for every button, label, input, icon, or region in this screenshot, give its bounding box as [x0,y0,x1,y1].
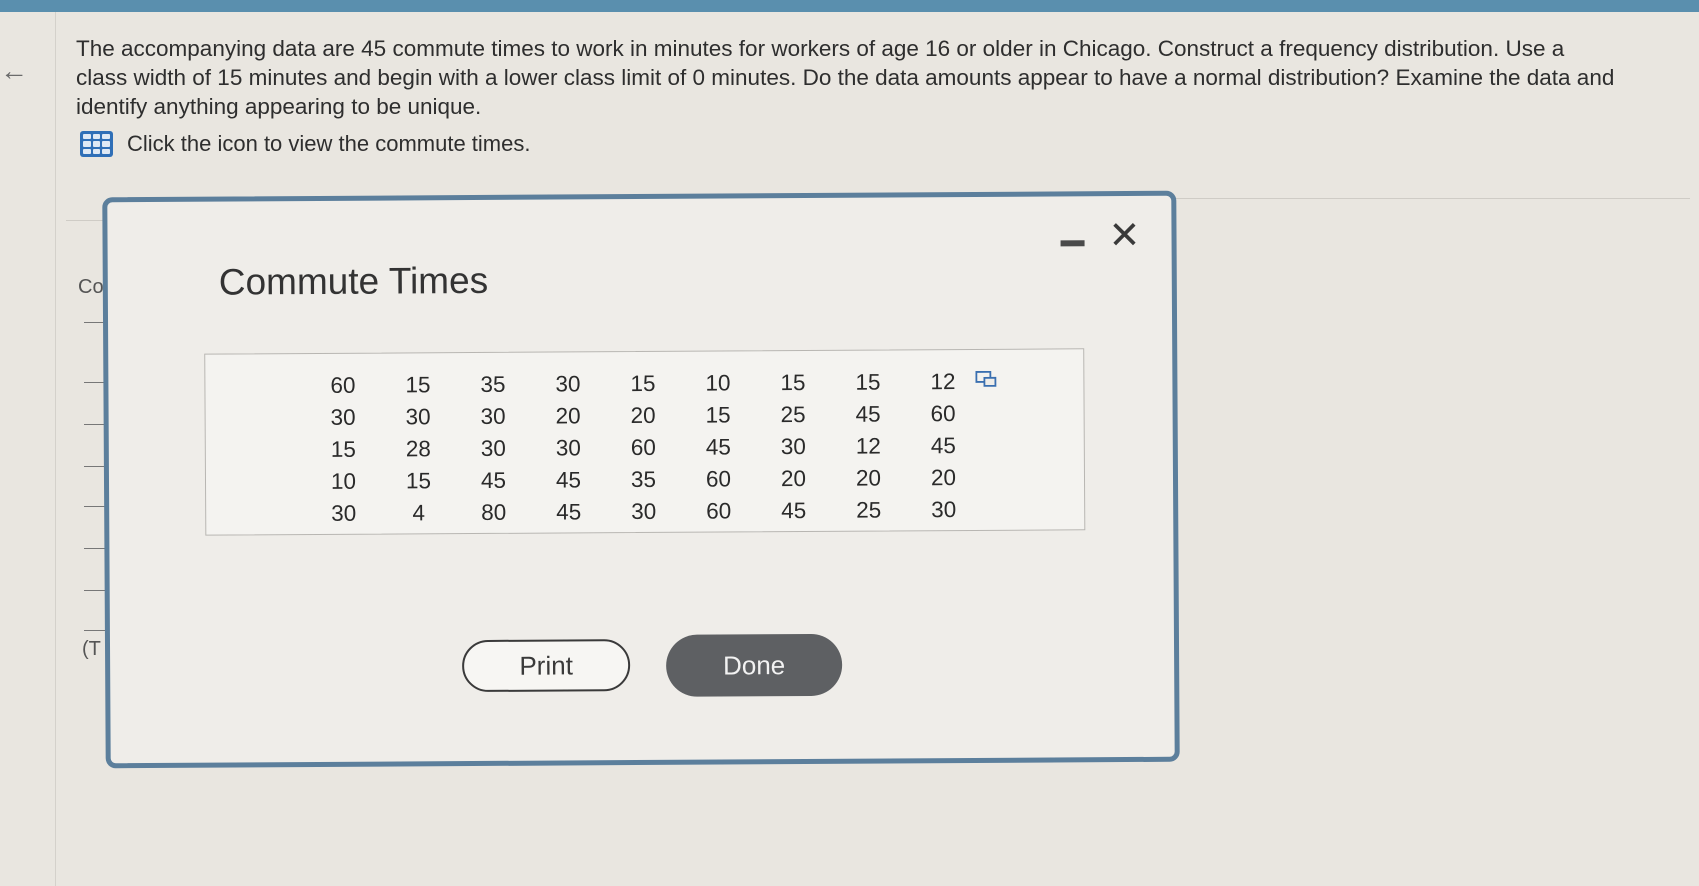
left-margin-divider [55,12,56,886]
table-cell: 60 [706,498,732,524]
table-cell: 20 [630,402,656,429]
table-cell: 30 [331,500,357,526]
table-cell: 4 [412,500,426,526]
table-cell: 30 [931,497,957,523]
table-cell: 60 [630,434,656,461]
table-cell: 60 [705,466,732,492]
table-cell: 20 [555,403,581,429]
table-cell: 80 [481,499,507,525]
table-cell: 28 [405,436,431,462]
table-cell: 25 [856,497,882,523]
table-cell: 35 [630,466,657,493]
commute-data-table: 60 15 35 30 15 10 15 15 12 30 30 30 20 20 15 25 45 60 15 28… [305,366,981,530]
minimize-icon[interactable] [1060,240,1085,247]
table-cell: 20 [780,465,807,492]
background-partial-label: Co [78,276,104,298]
table-cell: 60 [330,372,356,398]
table-cell: 12 [930,369,956,395]
close-icon[interactable]: ✕ [1107,215,1141,257]
table-cell: 30 [555,435,581,461]
data-hint-row: Click the icon to view the commute times… [80,128,530,160]
table-cell: 35 [480,371,506,397]
table-cell: 45 [855,401,881,427]
table-cell: 45 [705,434,731,460]
table-row: 60 15 35 30 15 10 15 15 12 [305,366,980,402]
print-button[interactable]: Print [461,639,631,693]
table-cell: 45 [781,497,807,524]
question-line-2: class width of 15 minutes and begin with… [76,65,1615,90]
top-strip [0,0,1699,12]
table-cell: 15 [780,369,806,396]
table-cell: 30 [780,433,806,460]
table-cell: 45 [555,467,582,493]
section-divider-left [66,220,106,221]
table-cell: 15 [405,372,431,398]
table-cell: 15 [630,370,656,397]
commute-times-dialog: Commute Times ✕ 60 15 35 30 15 10 15 15 12 30 30 30… [102,190,1180,769]
commute-data-box: 60 15 35 30 15 10 15 15 12 30 30 30 20 20 15 25 45 60 15 28… [204,348,1086,536]
table-cell: 30 [330,404,356,430]
table-cell: 45 [556,499,582,525]
back-arrow-icon[interactable]: ← [0,56,28,86]
question-line-1: The accompanying data are 45 commute tim… [76,36,1565,61]
table-row: 30 4 80 45 30 60 45 25 30 [306,494,981,530]
data-table-icon[interactable] [80,131,113,157]
table-cell: 15 [405,468,432,494]
table-cell: 60 [930,401,956,427]
hint-text: Click the icon to view the commute times… [127,131,531,156]
table-cell: 15 [330,436,356,462]
table-cell: 15 [855,369,881,395]
section-divider [1170,198,1690,199]
table-cell: 10 [705,370,731,396]
table-row: 15 28 30 30 60 45 30 12 45 [306,430,981,466]
table-cell: 30 [631,498,657,525]
table-cell: 12 [855,433,881,459]
table-cell: 45 [930,433,956,459]
table-cell: 30 [480,403,506,429]
table-cell: 25 [780,401,806,428]
dialog-title: Commute Times [218,259,489,303]
table-cell: 45 [480,467,507,493]
table-cell: 15 [705,402,731,428]
question-text: The accompanying data are 45 commute tim… [76,34,1676,121]
done-button[interactable]: Done [665,633,843,697]
table-row: 30 30 30 20 20 15 25 45 60 [306,398,981,434]
table-cell: 30 [555,371,581,397]
table-cell: 30 [405,404,431,430]
table-cell: 20 [930,465,957,491]
copy-icon[interactable] [975,370,997,388]
question-line-3: identify anything appearing to be unique… [76,94,482,119]
table-cell: 30 [480,435,506,461]
table-cell: 10 [330,468,357,494]
table-cell: 20 [855,465,882,491]
background-partial-label-2: (T [82,638,101,660]
table-row: 10 15 45 45 35 60 20 20 20 [306,462,981,498]
